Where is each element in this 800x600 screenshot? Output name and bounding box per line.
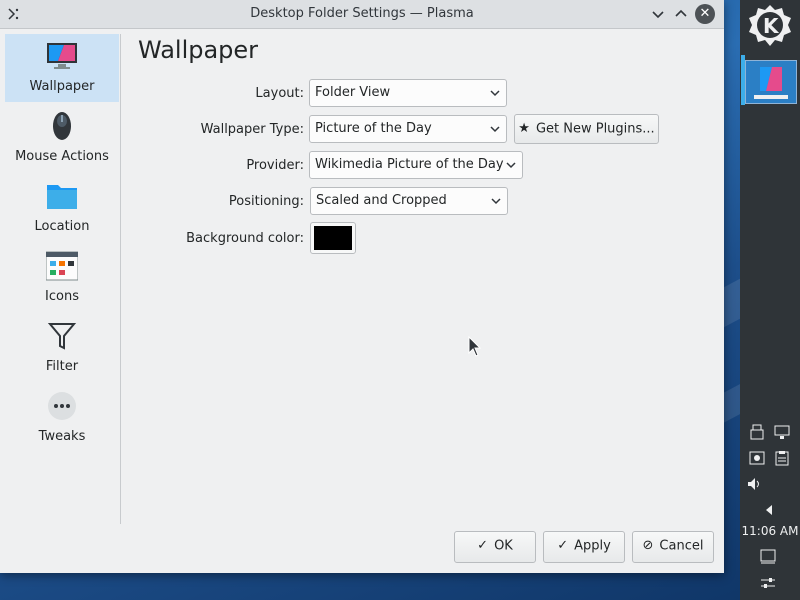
- wallpaper-type-label: Wallpaper Type:: [200, 122, 304, 137]
- cancel-label: Cancel: [659, 538, 704, 554]
- apply-label: Apply: [574, 538, 611, 554]
- panel-settings-icon[interactable]: [760, 575, 776, 591]
- window-title: Desktop Folder Settings — Plasma: [250, 6, 474, 21]
- clipboard-icon[interactable]: [774, 450, 790, 466]
- positioning-dropdown[interactable]: Scaled and Cropped: [310, 187, 508, 215]
- close-icon[interactable]: ✕: [695, 4, 715, 24]
- sidebar-item-location[interactable]: Location: [5, 174, 119, 242]
- wallpaper-type-value: Picture of the Day: [315, 121, 432, 136]
- minimize-icon[interactable]: [650, 6, 666, 22]
- get-new-plugins-label: Get New Plugins...: [535, 121, 655, 137]
- volume-icon[interactable]: [747, 476, 763, 492]
- provider-label: Provider:: [246, 158, 304, 173]
- clock[interactable]: 11:06 AM: [740, 524, 800, 538]
- folder-icon: [47, 185, 77, 209]
- funnel-icon: [47, 323, 77, 350]
- background-color-button[interactable]: [310, 222, 356, 254]
- chevron-down-icon: [490, 90, 500, 97]
- settings-dialog: Desktop Folder Settings — Plasma ✕ Wallp…: [0, 0, 724, 573]
- sidebar-item-icons[interactable]: Icons: [5, 244, 119, 312]
- sidebar-item-mouse-actions[interactable]: Mouse Actions: [5, 104, 119, 172]
- mouse-pointer-icon: [468, 336, 482, 357]
- color-swatch: [314, 226, 352, 250]
- svg-text:K: K: [763, 14, 780, 38]
- mouse-icon: [53, 112, 71, 140]
- sidebar-item-label: Wallpaper: [29, 79, 95, 94]
- sidebar-item-tweaks[interactable]: Tweaks: [5, 384, 119, 452]
- network-icon[interactable]: [774, 424, 790, 440]
- sidebar-item-label: Icons: [45, 289, 79, 304]
- provider-dropdown[interactable]: Wikimedia Picture of the Day: [309, 151, 523, 179]
- positioning-label: Positioning:: [228, 194, 304, 209]
- sidebar-item-filter[interactable]: Filter: [5, 314, 119, 382]
- icons-grid-icon: [46, 251, 78, 281]
- plasma-window-icon: [746, 61, 796, 103]
- chevron-down-icon: [490, 126, 500, 133]
- apply-button[interactable]: ✓ Apply: [543, 531, 625, 563]
- kde-launcher-icon[interactable]: K: [748, 4, 792, 48]
- star-icon: ★: [518, 121, 530, 136]
- positioning-value: Scaled and Cropped: [316, 193, 447, 208]
- sidebar-item-label: Filter: [45, 359, 79, 374]
- usb-device-icon[interactable]: [749, 424, 765, 440]
- layout-value: Folder View: [315, 85, 391, 100]
- chevron-down-icon: [491, 198, 501, 205]
- settings-sidebar: Wallpaper Mouse Actions Location Icons F…: [5, 34, 121, 524]
- provider-value: Wikimedia Picture of the Day: [315, 157, 504, 172]
- layout-dropdown[interactable]: Folder View: [309, 79, 507, 107]
- ok-label: OK: [494, 538, 513, 554]
- chevron-down-icon: [506, 162, 516, 169]
- show-desktop-icon[interactable]: [760, 548, 776, 564]
- layout-label: Layout:: [255, 86, 304, 101]
- title-bar: Desktop Folder Settings — Plasma ✕: [0, 0, 724, 29]
- page-title: Wallpaper: [138, 36, 259, 64]
- sidebar-item-label: Tweaks: [38, 429, 86, 444]
- wallpaper-type-dropdown[interactable]: Picture of the Day: [309, 115, 507, 143]
- maximize-icon[interactable]: [673, 6, 689, 22]
- background-color-label: Background color:: [186, 231, 304, 246]
- sidebar-item-wallpaper[interactable]: Wallpaper: [5, 34, 119, 102]
- vault-icon[interactable]: [749, 450, 765, 466]
- checkmark-icon: ✓: [557, 538, 569, 553]
- get-new-plugins-button[interactable]: ★ Get New Plugins...: [514, 114, 659, 144]
- checkmark-icon: ✓: [477, 538, 489, 553]
- monitor-icon: [47, 43, 77, 69]
- more-dots-icon: [48, 392, 76, 420]
- expand-tray-arrow-icon[interactable]: [761, 502, 777, 518]
- sidebar-item-label: Mouse Actions: [15, 149, 109, 164]
- sidebar-item-label: Location: [34, 219, 90, 234]
- cancel-button[interactable]: ⊘ Cancel: [632, 531, 714, 563]
- cancel-icon: ⊘: [642, 538, 654, 553]
- task-window-thumbnail[interactable]: [745, 60, 797, 104]
- ok-button[interactable]: ✓ OK: [454, 531, 536, 563]
